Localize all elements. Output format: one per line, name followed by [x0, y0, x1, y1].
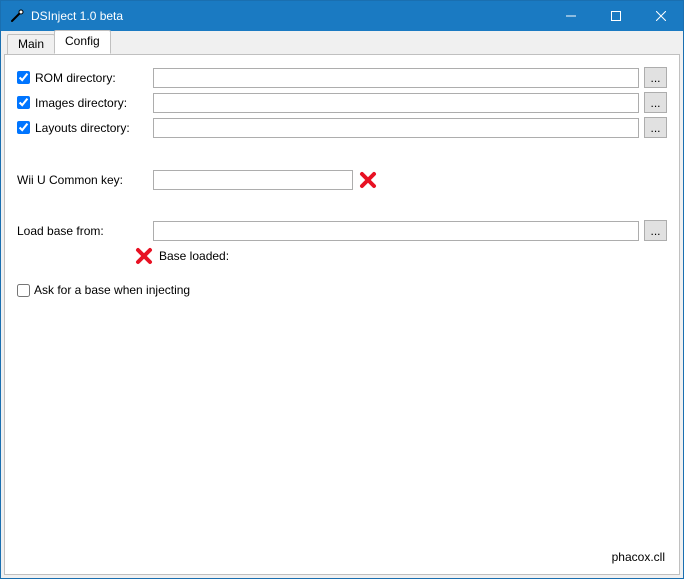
images-directory-input[interactable]	[153, 93, 639, 113]
tabs: Main Config	[1, 33, 683, 54]
row-base-status: Base loaded:	[135, 247, 667, 265]
app-window: DSInject 1.0 beta Main Config	[0, 0, 684, 579]
error-x-icon	[359, 171, 377, 189]
row-ask-base: Ask for a base when injecting	[17, 283, 667, 297]
images-directory-browse-button[interactable]: ...	[644, 92, 667, 113]
layouts-directory-label: Layouts directory:	[35, 121, 153, 135]
rom-directory-browse-button[interactable]: ...	[644, 67, 667, 88]
layouts-directory-checkbox[interactable]	[17, 121, 30, 134]
ask-base-checkbox[interactable]	[17, 284, 30, 297]
row-images-directory: Images directory: ...	[17, 92, 667, 113]
row-common-key: Wii U Common key:	[17, 170, 667, 190]
rom-directory-label: ROM directory:	[35, 71, 153, 85]
app-icon	[9, 8, 25, 24]
close-button[interactable]	[638, 1, 683, 31]
rom-directory-input[interactable]	[153, 68, 639, 88]
layouts-directory-browse-button[interactable]: ...	[644, 117, 667, 138]
base-loaded-label: Base loaded:	[159, 249, 229, 263]
load-base-browse-button[interactable]: ...	[644, 220, 667, 241]
load-base-label: Load base from:	[17, 224, 153, 238]
row-load-base: Load base from: ...	[17, 220, 667, 241]
common-key-label: Wii U Common key:	[17, 173, 153, 187]
rom-directory-checkbox[interactable]	[17, 71, 30, 84]
minimize-button[interactable]	[548, 1, 593, 31]
window-controls	[548, 1, 683, 31]
layouts-directory-input[interactable]	[153, 118, 639, 138]
row-rom-directory: ROM directory: ...	[17, 67, 667, 88]
load-base-input[interactable]	[153, 221, 639, 241]
tab-content-config: ROM directory: ... Images directory: ...…	[4, 54, 680, 575]
images-directory-label: Images directory:	[35, 96, 153, 110]
ask-base-label: Ask for a base when injecting	[34, 283, 190, 297]
error-x-icon	[135, 247, 153, 265]
footer-credit: phacox.cll	[612, 550, 665, 564]
maximize-button[interactable]	[593, 1, 638, 31]
tabs-area: Main Config	[1, 31, 683, 54]
row-layouts-directory: Layouts directory: ...	[17, 117, 667, 138]
common-key-input[interactable]	[153, 170, 353, 190]
titlebar: DSInject 1.0 beta	[1, 1, 683, 31]
tab-main[interactable]: Main	[7, 34, 55, 55]
tab-config[interactable]: Config	[54, 30, 111, 54]
images-directory-checkbox[interactable]	[17, 96, 30, 109]
window-title: DSInject 1.0 beta	[31, 9, 548, 23]
